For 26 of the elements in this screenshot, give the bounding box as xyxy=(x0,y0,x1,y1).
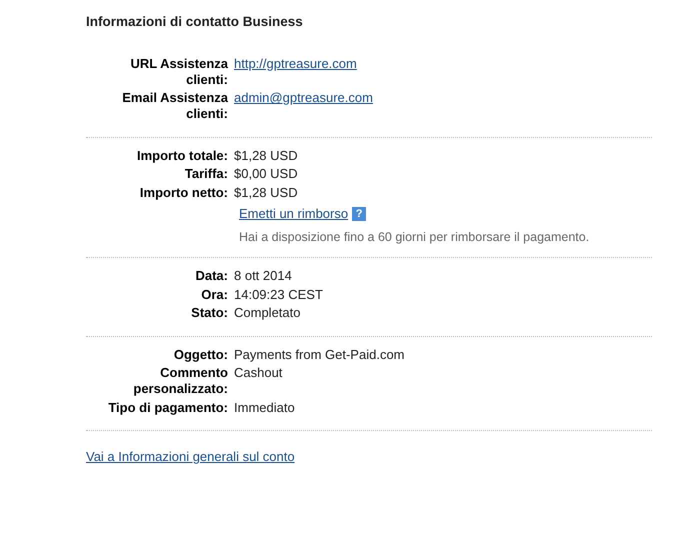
section-title: Informazioni di contatto Business xyxy=(86,14,304,30)
field-value: 8 ott 2014 xyxy=(234,268,292,284)
field-value: Cashout xyxy=(234,365,282,381)
field-label: Importo netto: xyxy=(138,184,229,200)
field-label: URL Assistenza clienti: xyxy=(129,56,229,88)
field-label: Oggetto: xyxy=(172,346,229,362)
field-label: Tipo di pagamento: xyxy=(107,400,229,416)
refund-link[interactable]: Emetti un rimborso xyxy=(239,206,348,222)
field-label: Email Assistenza clienti: xyxy=(121,90,229,122)
value-link[interactable]: admin@gptreasure.com xyxy=(234,90,373,106)
value-link[interactable]: http://gptreasure.com xyxy=(234,56,357,72)
field-label: Importo totale: xyxy=(136,148,229,164)
field-value: Completato xyxy=(234,305,300,321)
field-value: Payments from Get-Paid.com xyxy=(234,346,404,362)
field-label: Data: xyxy=(194,268,229,284)
field-value: $1,28 USD xyxy=(234,184,298,200)
field-value: $1,28 USD xyxy=(234,148,298,164)
field-value: $0,00 USD xyxy=(234,166,298,182)
field-label: Stato: xyxy=(190,305,229,321)
field-label: Tariffa: xyxy=(184,166,229,182)
field-value: 14:09:23 CEST xyxy=(234,286,323,302)
field-label: Commento personalizzato: xyxy=(132,365,229,396)
field-value: Immediato xyxy=(234,400,295,416)
account-overview-link[interactable]: Vai a Informazioni generali sul conto xyxy=(86,449,295,465)
refund-note: Hai a disposizione fino a 60 giorni per rimborsare il pagamento. xyxy=(239,230,590,245)
field-label: Ora: xyxy=(200,286,229,302)
